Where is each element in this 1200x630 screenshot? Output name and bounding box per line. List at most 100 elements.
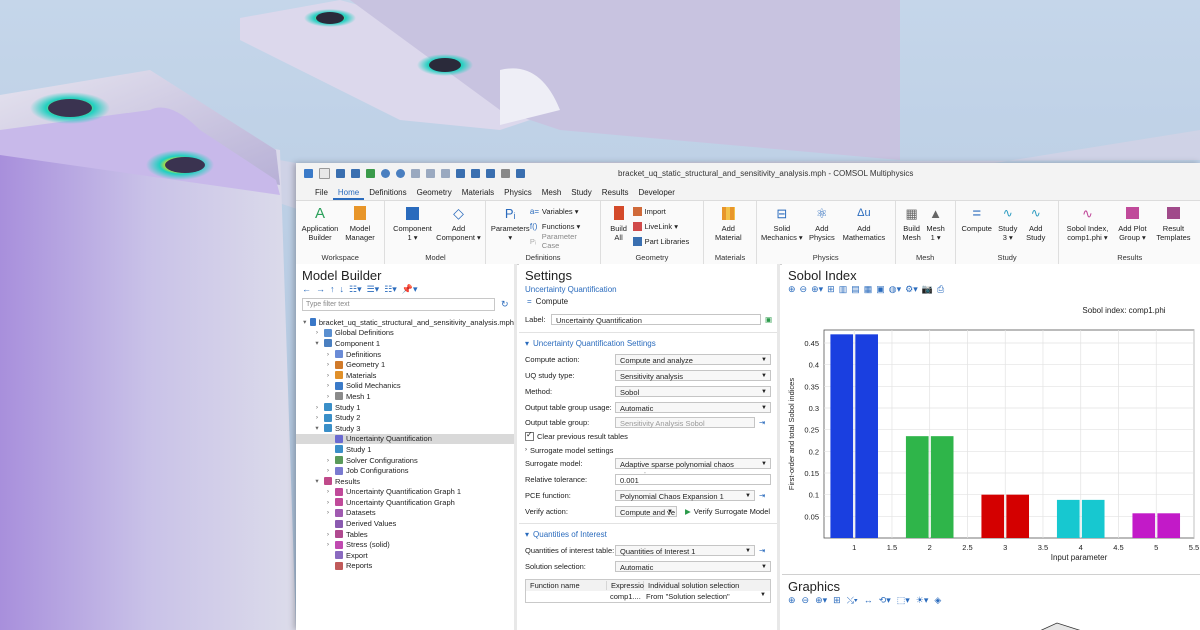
down-arrow-icon[interactable]: ↓ [340,284,345,294]
undo-icon[interactable] [381,168,390,178]
part-libraries-button[interactable]: Part Libraries [632,235,689,247]
parameter-case-button[interactable]: Pᵢ Parameter Case [530,232,596,250]
add-study-button[interactable]: ∿ Add Study [1022,201,1050,243]
add-material-button[interactable]: Add Material [708,201,748,242]
study-3-button[interactable]: ∿ Study 3 ▾ [994,201,1022,243]
functions-button[interactable]: f() Functions ▾ [530,220,596,232]
clear-results-checkbox[interactable]: Clear previous result tables [519,430,777,442]
tree-node[interactable]: › Study 2 [296,412,514,423]
qoi-table-select[interactable]: Quantities of Interest 1 ▼ [615,545,755,557]
show-icon[interactable]: ☷▾ [349,284,362,295]
add-plot-group-button[interactable]: Add Plot Group ▾ [1111,201,1153,242]
add-physics-button[interactable]: ⚛ Add Physics [803,201,841,243]
results-icon[interactable] [516,168,525,178]
zoom-in-icon[interactable]: ⊕ [788,284,796,295]
tree-node[interactable]: Study 1 [296,444,514,455]
pin-icon[interactable]: 📌▾ [402,284,418,295]
tree-node[interactable]: › Geometry 1 [296,359,514,370]
filter-input[interactable]: Type filter text [302,298,495,311]
zoom-box-icon[interactable]: ⊕▾ [811,284,823,295]
tree-node[interactable]: ▾ Component 1 [296,338,514,349]
application-builder-button[interactable]: A Application Builder [300,201,340,243]
expand-toggle-icon[interactable]: › [324,499,332,506]
add-mathematics-button[interactable]: Δu Add Mathematics [841,201,887,242]
zoom-out-icon[interactable]: ⊖ [800,284,808,295]
menu-developer[interactable]: Developer [633,188,679,200]
tree-node[interactable]: › Study 1 [296,402,514,413]
redo-icon[interactable] [396,168,405,178]
expand-toggle-icon[interactable]: › [313,404,321,411]
menu-definitions[interactable]: Definitions [364,188,411,200]
scene-light-icon[interactable]: ☀▾ [916,595,929,606]
variables-button[interactable]: a= Variables ▾ [530,205,596,217]
expand-toggle-icon[interactable]: › [324,393,332,400]
open-folder-icon[interactable] [336,168,345,178]
menu-materials[interactable]: Materials [457,188,499,200]
transparency-icon[interactable]: ◈ [934,595,941,606]
print-icon[interactable]: ⎙ [937,284,944,295]
component-button[interactable]: Component 1 ▾ [389,201,435,242]
label-field[interactable]: Uncertainty Quantification [551,314,761,326]
expand-toggle-icon[interactable]: › [313,329,321,336]
dropdown-select[interactable]: Sensitivity analysis ▼ [615,369,771,381]
tree-node[interactable]: › Stress (solid) [296,539,514,550]
tree-node[interactable]: › Mesh 1 [296,391,514,402]
parameters-button[interactable]: Pᵢ Parameters ▾ [490,201,530,243]
expand-icon[interactable]: ☷▾ [384,284,397,295]
tree-node[interactable]: › Tables [296,529,514,540]
verify-surrogate-button[interactable]: ▶ Verify Surrogate Model [685,507,770,516]
dropdown-select[interactable]: Compute and analyze ▼ [615,354,771,366]
build-all-button[interactable]: Build All [605,201,633,242]
run-icon[interactable] [366,168,375,178]
compute-icon[interactable] [486,168,495,178]
add-component-button[interactable]: ◇ Add Component ▾ [435,201,481,243]
tree-node[interactable]: › Solid Mechanics [296,381,514,392]
surrogate-settings-toggle[interactable]: › Surrogate model settings [519,445,777,456]
dropdown-select[interactable]: Adaptive sparse polynomial chaos expansi… [615,458,771,480]
menu-home[interactable]: Home [332,188,365,200]
axis-icon[interactable]: ▤ [851,284,860,295]
sobol-index-plot-button[interactable]: ∿ Sobol Index, comp1.phi ▾ [1063,201,1111,243]
menu-physics[interactable]: Physics [499,188,537,200]
delete-icon[interactable] [456,168,465,178]
pane-splitter[interactable] [777,264,780,630]
duplicate-icon[interactable] [441,168,450,178]
expand-toggle-icon[interactable]: › [324,361,332,368]
expand-toggle-icon[interactable]: › [324,531,332,538]
menu-file[interactable]: File [310,188,333,200]
zoom-extents-icon[interactable]: ⊞ [827,284,835,295]
menu-study[interactable]: Study [566,188,596,200]
tree-node[interactable]: ▾ Results [296,476,514,487]
select-icon[interactable]: ↔ [864,595,873,605]
tree-node[interactable]: › Datasets [296,508,514,519]
tree-node[interactable]: › Materials [296,370,514,381]
text-field[interactable]: 0.001 [615,473,771,485]
expand-toggle-icon[interactable]: › [324,541,332,548]
menu-mesh[interactable]: Mesh [537,188,567,200]
save-icon[interactable] [351,168,360,178]
settings-gear-icon[interactable]: ⚙▾ [905,284,918,295]
views-icon[interactable]: ⤯▾ [847,595,858,606]
expand-toggle-icon[interactable]: ▾ [302,318,307,326]
expand-toggle-icon[interactable]: › [324,382,332,389]
label-edit-icon[interactable]: ▣ [765,315,772,324]
expand-toggle-icon[interactable]: › [324,351,332,358]
legend-icon[interactable]: ▦ [864,284,873,295]
forward-arrow-icon[interactable]: → [316,284,325,294]
solid-mechanics-button[interactable]: ⊟ Solid Mechanics ▾ [761,201,803,243]
up-arrow-icon[interactable]: ↑ [330,284,335,294]
paste-icon[interactable] [426,168,435,178]
menu-geometry[interactable]: Geometry [412,188,457,200]
new-file-icon[interactable] [319,167,330,179]
tree-node[interactable]: › Uncertainty Quantification Graph [296,497,514,508]
goto-source-icon[interactable]: ⇥ [759,546,765,555]
refresh-icon[interactable]: ↻ [501,299,509,310]
tree-node[interactable]: › Uncertainty Quantification Graph 1 [296,487,514,498]
zoom-box-icon[interactable]: ⊕▾ [815,595,827,606]
solution-selection-select[interactable]: Automatic ▼ [615,561,771,573]
rotate-icon[interactable]: ⟲▾ [879,595,891,606]
tree-node[interactable]: Derived Values [296,518,514,529]
build-icon[interactable] [471,168,480,178]
tree-node[interactable]: › Job Configurations [296,465,514,476]
import-button[interactable]: Import [632,205,690,217]
